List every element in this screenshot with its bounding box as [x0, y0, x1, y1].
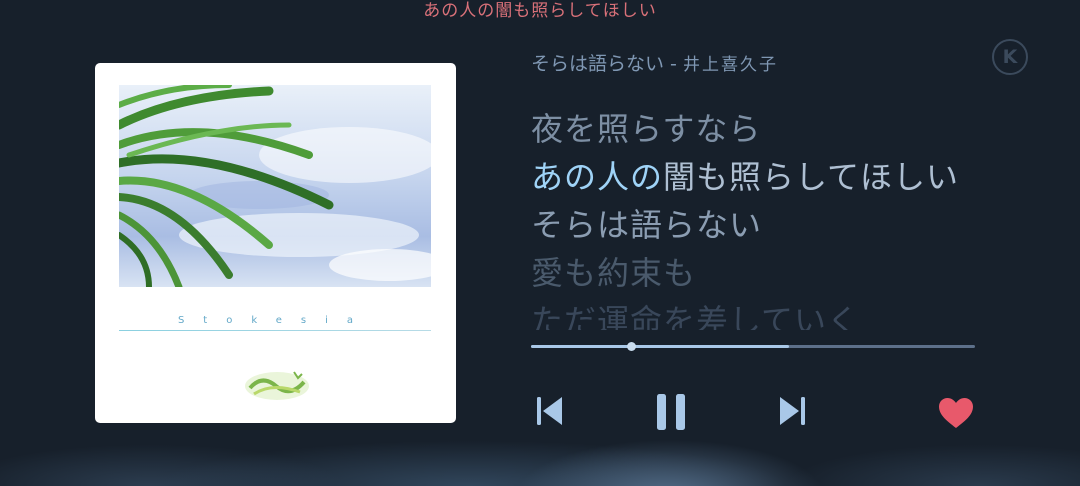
progress-bar[interactable] [531, 342, 975, 351]
brand-divider [119, 330, 431, 331]
lyric-line: 愛も約束も [531, 254, 697, 292]
progress-handle[interactable] [626, 342, 636, 351]
album-cover: Stokesia [95, 63, 456, 423]
previous-button[interactable] [536, 395, 564, 427]
label-logo [242, 368, 312, 404]
lyric-highlighted: あの人の [531, 158, 664, 196]
next-button[interactable] [778, 395, 806, 427]
lyric-line-current: あの人の闇も照らしてほしい [531, 154, 959, 200]
lyric-line: そらは語らない [531, 206, 763, 244]
title-separator: - [664, 53, 683, 75]
lyric-line: ただ運命を差していく [531, 302, 861, 330]
song-title: そらは語らない [531, 53, 665, 75]
lyric-rest: 闇も照らしてほしい [663, 158, 960, 196]
now-playing-lyric: あの人の闇も照らしてほしい [423, 1, 657, 21]
progress-fill [531, 345, 789, 348]
like-button[interactable] [937, 396, 975, 430]
pause-icon [657, 394, 685, 430]
previous-icon [537, 397, 562, 425]
k-badge-icon[interactable]: K [992, 39, 1028, 75]
lyrics-panel: 夜を照らすなら あの人の闇も照らしてほしい そらは語らない 愛も約束も ただ運命… [531, 104, 991, 330]
heart-icon [939, 398, 973, 428]
lyric-line: 夜を照らすなら [531, 110, 762, 148]
pause-button[interactable] [655, 392, 687, 432]
artist-name: 井上喜久子 [682, 55, 778, 75]
song-title-bar: そらは語らない - 井上喜久子 [531, 51, 778, 77]
album-artwork [119, 85, 431, 287]
album-brand-text: Stokesia [177, 315, 373, 326]
next-icon [780, 397, 805, 425]
